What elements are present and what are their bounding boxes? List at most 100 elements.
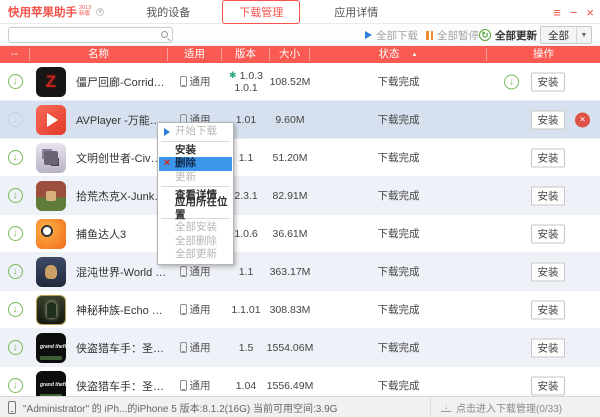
context-menu-item[interactable]: 全部更新 xyxy=(159,248,232,262)
download-circle-icon[interactable]: ↓ xyxy=(8,340,23,355)
table-row[interactable]: ↓ 文明创世者-CivCrafter 通用 ✱1.1 51.20M 下载完成 xyxy=(0,139,600,177)
device-icon xyxy=(180,266,187,277)
status-value: 下载完成 xyxy=(378,112,420,127)
install-button[interactable]: 安装 xyxy=(531,338,565,357)
download-all-button[interactable]: 全部下载 xyxy=(365,24,418,46)
context-menu-item[interactable]: 全部删除 xyxy=(159,235,232,249)
table-body: ↓ Z 僵尸回廊-Corridor Z 通用 ✱1.0.3 1.0.1 108.… xyxy=(0,63,600,396)
app-icon xyxy=(36,257,66,287)
size-value: 1554.06M xyxy=(267,342,314,354)
col-size[interactable]: 大小 xyxy=(270,48,310,61)
app-icon xyxy=(36,295,66,325)
minimize-icon[interactable]: − xyxy=(570,6,578,19)
table-row[interactable]: ↓ AVPlayer -万能播放器 通用 ✱1.01 9.60M 下载完成 xyxy=(0,101,600,139)
app-name: 侠盗猎车手：圣安地列斯-... xyxy=(76,340,168,356)
download-circle-icon[interactable]: ↓ xyxy=(8,264,23,279)
table-row[interactable]: ↓ 捕鱼达人3 通用 ✱1.0.6 36.61M 下载完成 xyxy=(0,215,600,253)
install-button[interactable]: 安装 xyxy=(531,300,565,319)
install-button[interactable]: 安装 xyxy=(531,376,565,395)
context-menu: 开始下载 安装 × 删除 更新 查看详情 应用所在位置 全部安装 全部删除 全部… xyxy=(157,122,234,265)
remove-icon[interactable]: × xyxy=(575,112,590,127)
tab-app-detail[interactable]: 应用详情 xyxy=(334,4,378,20)
version-value: ✱1.1.01 xyxy=(231,304,260,316)
table-row[interactable]: ↓ grand theft auto 侠盗猎车手：圣安地列斯... 通用 ✱1.… xyxy=(0,367,600,396)
toolbar: 全部下载 全部暂停 ↻ 全部更新 全部 ▼ xyxy=(0,24,600,46)
app-name: 捕鱼达人3 xyxy=(76,226,126,242)
context-menu-item[interactable]: 全部安装 xyxy=(159,221,232,235)
operation-cell: ↓ 安装 × xyxy=(487,101,600,138)
search-box[interactable] xyxy=(8,27,173,43)
install-button[interactable]: 安装 xyxy=(531,72,565,91)
download-circle-icon[interactable]: ↓ xyxy=(8,378,23,393)
app-name: 拾荒杰克X-Junk Jack X xyxy=(76,188,168,204)
download-circle-icon[interactable]: ↓ xyxy=(8,226,23,241)
size-value: 308.83M xyxy=(270,304,311,316)
menu-separator xyxy=(161,141,230,142)
close-icon[interactable]: × xyxy=(586,6,594,19)
pause-icon xyxy=(426,31,433,40)
status-value: 下载完成 xyxy=(378,264,420,279)
version-value: ✱1.01 xyxy=(236,114,256,126)
col-version[interactable]: 版本 xyxy=(222,48,270,61)
update-all-button[interactable]: ↻ 全部更新 xyxy=(479,24,537,46)
install-button[interactable]: 安装 xyxy=(531,186,565,205)
install-button[interactable]: 安装 xyxy=(531,262,565,281)
install-button[interactable]: 安装 xyxy=(531,110,565,129)
size-value: 36.61M xyxy=(272,228,307,240)
table-row[interactable]: ↓ 混沌世界-World of Khaos 通用 ✱1.1 363.17M 下载… xyxy=(0,253,600,291)
size-value: 1556.49M xyxy=(267,380,314,392)
col-name[interactable]: 名称 xyxy=(30,48,168,61)
compat-badge: 通用 xyxy=(180,302,211,317)
download-circle-icon[interactable]: ↓ xyxy=(8,302,23,317)
table-row[interactable]: ↓ Z 僵尸回廊-Corridor Z 通用 ✱1.0.3 1.0.1 108.… xyxy=(0,63,600,101)
app-name: AVPlayer -万能播放器 xyxy=(76,112,168,128)
table-row[interactable]: ↓ 神秘种族-Echo Prime 通用 ✱1.1.01 308.83M 下载完… xyxy=(0,291,600,329)
download-circle-icon[interactable]: ↓ xyxy=(8,74,23,89)
version-value: ✱1.0.3 1.0.1 xyxy=(229,70,263,94)
app-icon: grand theft auto xyxy=(36,333,66,363)
version-value: ✱1.1 xyxy=(239,152,254,164)
status-value: 下载完成 xyxy=(378,378,420,393)
menu-separator xyxy=(161,186,230,187)
operation-cell: ↓ 安装 × xyxy=(487,291,600,328)
download-circle-icon[interactable]: ↓ xyxy=(8,188,23,203)
table-row[interactable]: ↓ 拾荒杰克X-Junk Jack X 通用 ✱2.3.1 82.91M 下载完… xyxy=(0,177,600,215)
pause-all-button[interactable]: 全部暂停 xyxy=(426,24,479,46)
context-menu-item[interactable]: 安装 xyxy=(159,144,232,158)
operation-cell: ↓ 安装 × xyxy=(487,367,600,396)
version-value: ✱2.3.1 xyxy=(234,190,257,202)
context-menu-item[interactable]: × 删除 xyxy=(159,157,232,171)
logo-dropdown-icon[interactable]: ∨ xyxy=(96,8,104,16)
table-row[interactable]: ↓ grand theft auto 侠盗猎车手：圣安地列斯-... 通用 ✱1… xyxy=(0,329,600,367)
tab-download-manager[interactable]: 下载管理 xyxy=(222,0,300,24)
device-icon xyxy=(180,76,187,87)
status-value: 下载完成 xyxy=(378,150,420,165)
context-menu-item[interactable]: 开始下载 xyxy=(159,125,232,139)
col-operation[interactable]: 操作 xyxy=(487,48,600,61)
size-value: 108.52M xyxy=(270,76,311,88)
col-status[interactable]: 状态▲ xyxy=(310,48,487,61)
version-value: ✱1.1 xyxy=(239,266,254,278)
table-header: -- 名称 适用 版本 大小 状态▲ 操作 xyxy=(0,46,600,63)
tab-my-device[interactable]: 我的设备 xyxy=(146,4,190,20)
install-button[interactable]: 安装 xyxy=(531,224,565,243)
download-circle-icon[interactable]: ↓ xyxy=(8,112,23,127)
play-icon xyxy=(365,31,372,39)
install-button[interactable]: 安装 xyxy=(531,148,565,167)
download-entry[interactable]: ↓ 点击进入下载管理(0/33) xyxy=(430,397,562,417)
filter-dropdown[interactable]: 全部 ▼ xyxy=(540,26,592,44)
compat-badge: 通用 xyxy=(180,340,211,355)
status-value: 下载完成 xyxy=(378,74,420,89)
app-window: 快用苹果助手 2013 新版 ∨ 我的设备 下载管理 应用详情 ≡ − × 全部… xyxy=(0,0,600,417)
search-input[interactable] xyxy=(13,28,153,42)
context-menu-item[interactable]: 应用所在位置 xyxy=(159,203,232,217)
top-nav: 快用苹果助手 2013 新版 ∨ 我的设备 下载管理 应用详情 ≡ − × xyxy=(0,0,600,24)
update-circle-icon[interactable]: ↓ xyxy=(504,74,519,89)
menu-icon[interactable]: ≡ xyxy=(553,6,561,19)
download-circle-icon[interactable]: ↓ xyxy=(8,150,23,165)
app-name: 僵尸回廊-Corridor Z xyxy=(76,74,168,90)
status-value: 下载完成 xyxy=(378,188,420,203)
col-compat[interactable]: 适用 xyxy=(168,48,222,61)
context-menu-item[interactable]: 更新 xyxy=(159,171,232,185)
delete-x-icon: × xyxy=(164,157,170,171)
